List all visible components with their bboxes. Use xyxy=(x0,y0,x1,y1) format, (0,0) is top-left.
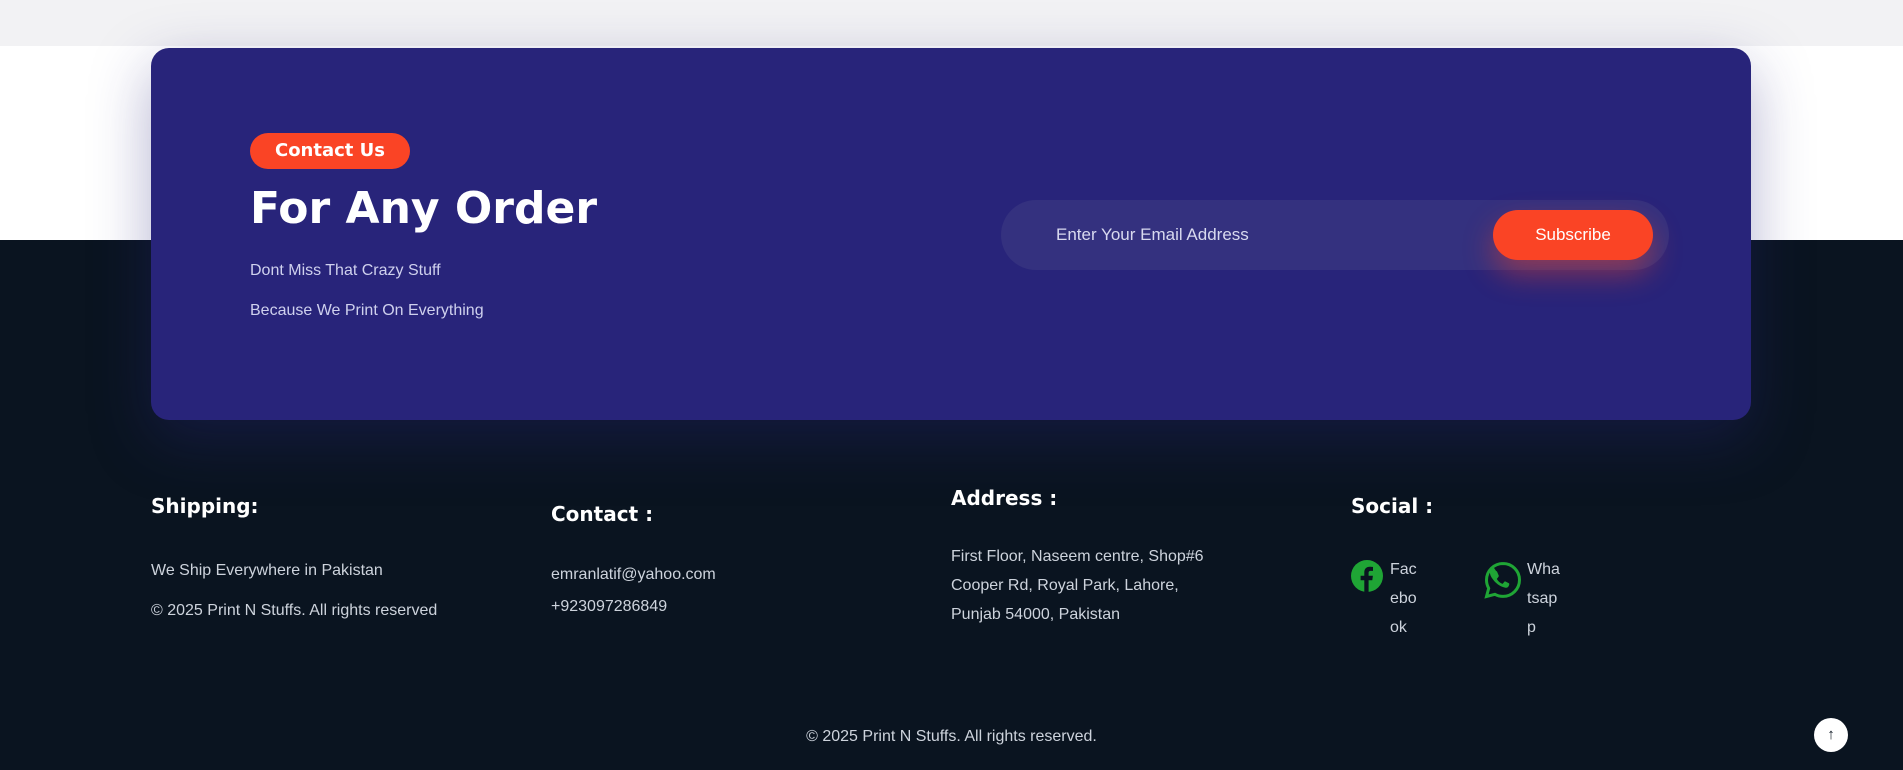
whatsapp-link[interactable]: Whatsapp xyxy=(1483,555,1603,645)
arrow-up-icon: ↑ xyxy=(1827,726,1835,743)
whatsapp-label: Whatsapp xyxy=(1527,561,1560,636)
whatsapp-icon xyxy=(1483,560,1523,605)
shipping-copyright: © 2025 Print N Stuffs. All rights reserv… xyxy=(151,602,438,619)
contact-heading: Contact : xyxy=(551,502,654,526)
back-to-top-button[interactable]: ↑ xyxy=(1814,718,1848,752)
address-line-3: Punjab 54000, Pakistan xyxy=(951,606,1121,623)
email-input[interactable] xyxy=(1043,217,1469,253)
footer-contact-column: Contact : emranlatif@yahoo.com +92309728… xyxy=(551,490,931,630)
shipping-text: We Ship Everywhere in Pakistan xyxy=(151,562,383,579)
facebook-icon xyxy=(1351,560,1383,597)
footer-address-column: Address : First Floor, Naseem centre, Sh… xyxy=(951,486,1331,626)
address-heading: Address : xyxy=(951,486,1058,510)
address-line-2: Cooper Rd, Royal Park, Lahore, xyxy=(951,577,1179,594)
cta-subtitle-line-1: Dont Miss That Crazy Stuff xyxy=(250,262,441,279)
footer-social-column: Social : Facebook Whatsapp xyxy=(1351,490,1651,636)
contact-phone-link[interactable]: +923097286849 xyxy=(551,598,667,616)
subscribe-button[interactable]: Subscribe xyxy=(1493,210,1653,260)
facebook-label: Facebook xyxy=(1390,561,1417,636)
page-top-strip xyxy=(0,0,1903,46)
address-line-1: First Floor, Naseem centre, Shop#6 xyxy=(951,548,1204,565)
facebook-link[interactable]: Facebook xyxy=(1351,555,1471,645)
cta-subtitle-line-2: Because We Print On Everything xyxy=(250,302,484,319)
shipping-heading: Shipping: xyxy=(151,494,259,518)
footer-shipping-column: Shipping: We Ship Everywhere in Pakistan… xyxy=(151,490,531,630)
social-heading: Social : xyxy=(1351,494,1434,518)
contact-email-link[interactable]: emranlatif@yahoo.com xyxy=(551,566,716,584)
contact-us-badge: Contact Us xyxy=(250,133,410,169)
newsletter-form: Subscribe xyxy=(1001,200,1669,270)
footer-bottom-copyright: © 2025 Print N Stuffs. All rights reserv… xyxy=(806,728,1097,745)
contact-cta-card: Contact Us For Any Order Dont Miss That … xyxy=(151,48,1751,420)
cta-title: For Any Order xyxy=(250,183,598,234)
